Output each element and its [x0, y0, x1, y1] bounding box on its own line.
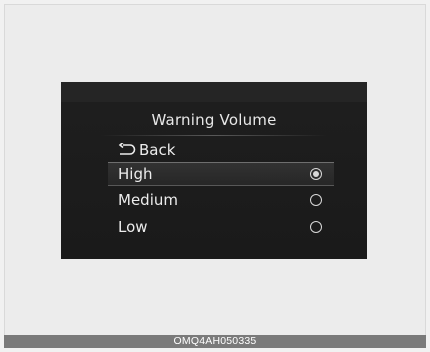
option-label: Medium	[118, 191, 178, 209]
title-divider	[101, 135, 327, 136]
back-label: Back	[139, 141, 176, 159]
screen-top-band	[61, 82, 367, 102]
menu-title: Warning Volume	[151, 111, 277, 129]
radio-empty-icon	[310, 221, 322, 233]
radio-empty-icon	[310, 194, 322, 206]
figure-caption: OMQ4AH050335	[4, 335, 426, 348]
radio-selected-icon	[310, 168, 322, 180]
back-arrow-icon	[118, 143, 136, 155]
option-label: High	[118, 165, 153, 183]
option-label: Low	[118, 218, 148, 236]
infotainment-screen: Warning Volume Back High Medium Low	[61, 82, 367, 259]
option-high[interactable]: High	[108, 162, 334, 186]
back-button[interactable]: Back	[118, 140, 175, 160]
option-low[interactable]: Low	[108, 215, 334, 239]
option-medium[interactable]: Medium	[108, 188, 334, 212]
